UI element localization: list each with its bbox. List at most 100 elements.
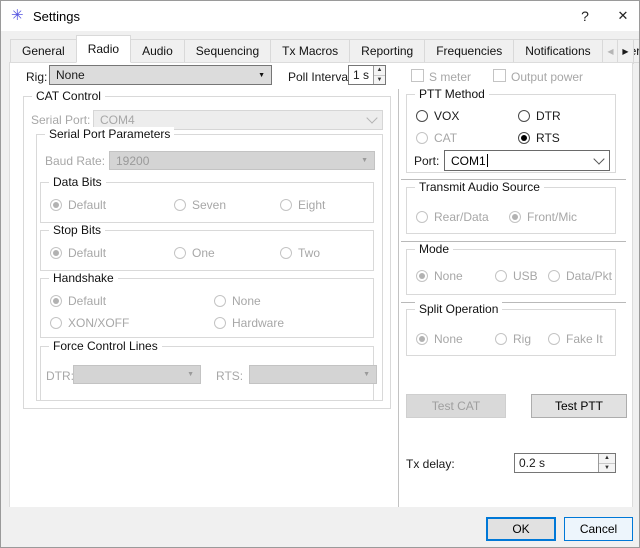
output-power-checkbox[interactable] bbox=[493, 69, 506, 82]
handshake-xonxoff-radio[interactable]: XON/XOFF bbox=[50, 316, 129, 330]
radio-label: Default bbox=[68, 198, 107, 212]
spin-down-icon[interactable]: ▼ bbox=[599, 463, 615, 472]
dropdown-arrow-icon: ▼ bbox=[258, 71, 265, 79]
data-bits-seven-radio[interactable]: Seven bbox=[174, 198, 226, 212]
stop-bits-default-radio[interactable]: Default bbox=[50, 246, 106, 260]
radio-label: Hardware bbox=[232, 316, 285, 330]
radio-icon bbox=[509, 211, 521, 223]
ptt-vox-radio[interactable]: VOX bbox=[416, 109, 459, 123]
tab-audio[interactable]: Audio bbox=[130, 39, 185, 63]
tab-tx-macros[interactable]: Tx Macros bbox=[270, 39, 351, 63]
ptt-port-label: Port: bbox=[414, 154, 440, 168]
stop-bits-title: Stop Bits bbox=[49, 223, 106, 237]
radio-icon bbox=[214, 317, 226, 329]
data-bits-default-radio[interactable]: Default bbox=[50, 198, 106, 212]
radio-icon bbox=[416, 211, 428, 223]
ptt-port-combobox[interactable]: COM1 bbox=[444, 150, 610, 171]
app-icon: ✳ bbox=[11, 7, 24, 24]
output-power-label: Output power bbox=[511, 70, 584, 84]
radio-icon bbox=[280, 247, 292, 259]
ptt-dtr-radio[interactable]: DTR bbox=[518, 109, 561, 123]
tab-scroll-right-icon[interactable]: ▶ bbox=[617, 39, 634, 64]
radio-label: None bbox=[434, 332, 463, 346]
tx-delay-label: Tx delay: bbox=[406, 457, 455, 471]
s-meter-checkbox[interactable] bbox=[411, 69, 424, 82]
radio-icon bbox=[416, 270, 428, 282]
data-bits-eight-radio[interactable]: Eight bbox=[280, 198, 325, 212]
tab-notifications[interactable]: Notifications bbox=[513, 39, 603, 63]
chevron-down-icon bbox=[366, 112, 378, 124]
dtr-combobox[interactable]: ▼ bbox=[73, 365, 201, 384]
chevron-down-icon bbox=[593, 152, 605, 165]
tab-general[interactable]: General bbox=[10, 39, 77, 63]
tab-frequencies[interactable]: Frequencies bbox=[424, 39, 515, 63]
handshake-hardware-radio[interactable]: Hardware bbox=[214, 316, 284, 330]
baud-rate-value: 19200 bbox=[116, 153, 150, 168]
s-meter-label: S meter bbox=[429, 70, 472, 84]
radio-label: Fake It bbox=[566, 332, 603, 346]
dropdown-arrow-icon: ▼ bbox=[363, 371, 370, 378]
radio-icon bbox=[50, 247, 62, 259]
serial-port-parameters-title: Serial Port Parameters bbox=[45, 127, 175, 141]
poll-interval-spinner[interactable]: 1 s ▲ ▼ bbox=[348, 65, 386, 85]
cancel-button[interactable]: Cancel bbox=[564, 517, 633, 541]
dropdown-arrow-icon: ▼ bbox=[361, 157, 368, 164]
column-divider bbox=[398, 89, 399, 507]
radio-icon bbox=[174, 247, 186, 259]
mode-title: Mode bbox=[415, 242, 454, 256]
radio-icon bbox=[50, 317, 62, 329]
radio-label: Default bbox=[68, 294, 107, 308]
radio-icon bbox=[495, 333, 507, 345]
radio-label: One bbox=[192, 246, 215, 260]
title-bar: ✳ Settings ? ✕ bbox=[1, 1, 639, 31]
radio-icon bbox=[518, 132, 530, 144]
spin-up-icon[interactable]: ▲ bbox=[599, 454, 615, 464]
tx-delay-spinner[interactable]: 0.2 s ▲ ▼ bbox=[514, 453, 616, 473]
radio-label: USB bbox=[513, 269, 538, 283]
ok-button[interactable]: OK bbox=[486, 517, 556, 541]
test-ptt-button[interactable]: Test PTT bbox=[531, 394, 627, 418]
radio-icon bbox=[548, 270, 560, 282]
mode-none-radio[interactable]: None bbox=[416, 269, 463, 283]
split-none-radio[interactable]: None bbox=[416, 332, 463, 346]
spin-down-icon[interactable]: ▼ bbox=[374, 75, 385, 84]
ptt-rts-radio[interactable]: RTS bbox=[518, 131, 560, 145]
serial-port-value: COM4 bbox=[100, 113, 135, 127]
mode-usb-radio[interactable]: USB bbox=[495, 269, 538, 283]
handshake-default-radio[interactable]: Default bbox=[50, 294, 106, 308]
mode-data-pkt-radio[interactable]: Data/Pkt bbox=[548, 269, 612, 283]
tas-rear-data-radio[interactable]: Rear/Data bbox=[416, 210, 489, 224]
ptt-cat-radio[interactable]: CAT bbox=[416, 131, 457, 145]
radio-icon bbox=[174, 199, 186, 211]
tab-sequencing[interactable]: Sequencing bbox=[183, 39, 272, 63]
data-bits-title: Data Bits bbox=[49, 175, 106, 189]
spin-up-icon[interactable]: ▲ bbox=[374, 66, 385, 76]
radio-icon bbox=[416, 110, 428, 122]
rig-combobox[interactable]: None ▼ bbox=[49, 65, 272, 85]
rts-combobox[interactable]: ▼ bbox=[249, 365, 377, 384]
split-rig-radio[interactable]: Rig bbox=[495, 332, 531, 346]
handshake-none-radio[interactable]: None bbox=[214, 294, 261, 308]
ptt-method-title: PTT Method bbox=[415, 87, 489, 101]
stop-bits-one-radio[interactable]: One bbox=[174, 246, 215, 260]
split-fake-it-radio[interactable]: Fake It bbox=[548, 332, 603, 346]
radio-icon bbox=[416, 333, 428, 345]
radio-label: None bbox=[232, 294, 261, 308]
dtr-label: DTR: bbox=[46, 369, 74, 383]
baud-rate-combobox[interactable]: 19200 ▼ bbox=[109, 151, 375, 170]
tab-radio[interactable]: Radio bbox=[75, 35, 132, 63]
test-cat-button[interactable]: Test CAT bbox=[406, 394, 506, 418]
dropdown-arrow-icon: ▼ bbox=[187, 371, 194, 378]
tab-reporting[interactable]: Reporting bbox=[349, 39, 426, 63]
split-operation-title: Split Operation bbox=[415, 302, 503, 316]
radio-label: DTR bbox=[536, 109, 561, 123]
radio-label: XON/XOFF bbox=[68, 316, 130, 330]
radio-label: VOX bbox=[434, 109, 460, 123]
radio-label: Two bbox=[298, 246, 321, 260]
stop-bits-two-radio[interactable]: Two bbox=[280, 246, 320, 260]
close-icon[interactable]: ✕ bbox=[605, 1, 639, 31]
help-button[interactable]: ? bbox=[567, 1, 603, 31]
tas-front-mic-radio[interactable]: Front/Mic bbox=[509, 210, 577, 224]
window-title: Settings bbox=[33, 9, 80, 24]
radio-label: Rear/Data bbox=[434, 210, 489, 224]
